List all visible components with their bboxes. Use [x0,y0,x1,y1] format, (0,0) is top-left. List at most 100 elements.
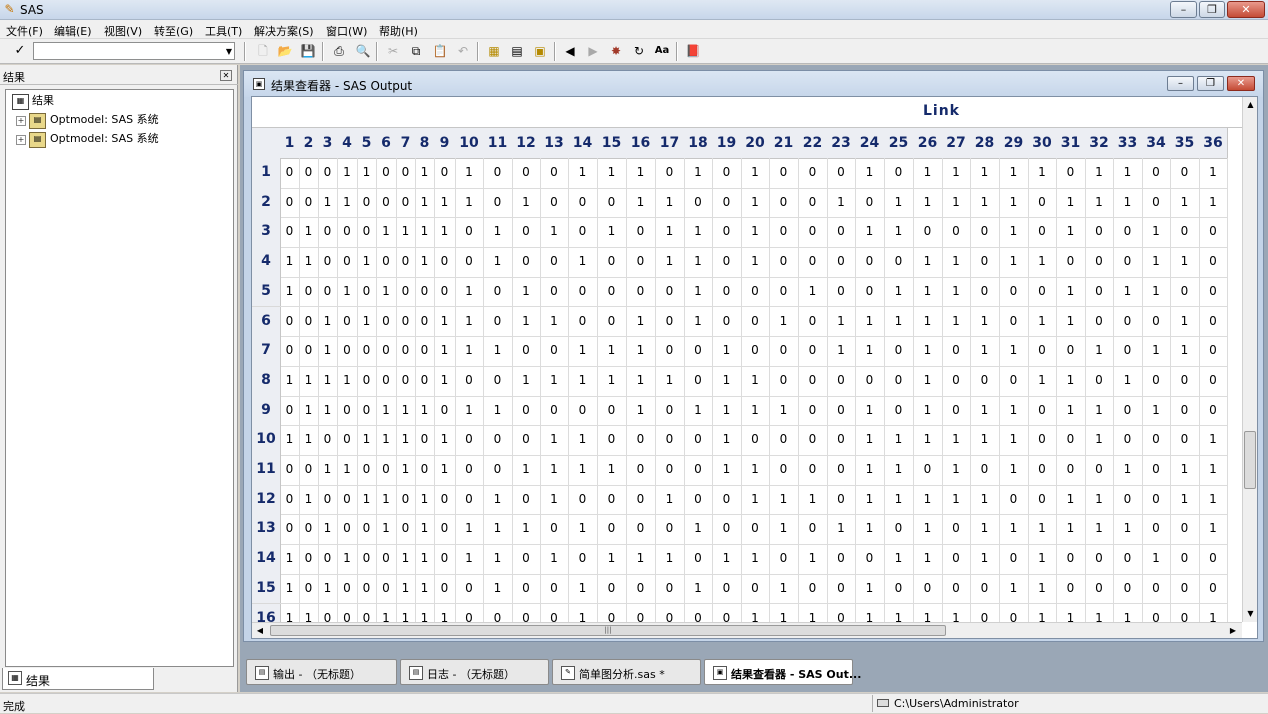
table-cell: 0 [455,484,484,516]
child-restore-button[interactable]: ❐ [1197,76,1224,91]
table-cell: 0 [568,217,598,249]
window-tab-editor[interactable]: ✎ 简单图分析.sas * [552,659,701,685]
window-tab-log[interactable]: ▤ 日志 - （无标题） [400,659,549,685]
table-cell: 1 [1056,306,1086,338]
menu-help[interactable]: 帮助(H) [379,23,418,39]
table-cell: 1 [942,603,971,622]
horizontal-scroll-thumb[interactable]: ||| [270,625,946,636]
table-cell: 0 [434,484,456,516]
table-cell: 1 [942,276,971,308]
font-icon[interactable]: Aa [653,42,671,60]
table-cell: 1 [337,455,358,486]
print-icon[interactable]: ⎙ [330,42,348,60]
menu-file[interactable]: 文件(F) [6,23,43,39]
menu-goto[interactable]: 转至(G) [154,23,193,39]
current-directory[interactable]: C:\Users\Administrator [894,697,1019,710]
scroll-down-arrow-icon[interactable]: ▼ [1243,606,1257,621]
scroll-left-arrow-icon[interactable]: ◀ [252,623,268,638]
expand-icon[interactable]: + [16,116,26,126]
window-tab-output[interactable]: ▤ 输出 - （无标题） [246,659,397,685]
copy-icon[interactable]: ⧉ [407,42,425,60]
child-close-button[interactable]: ✕ [1227,76,1255,91]
table-cell: 1 [913,158,943,189]
menu-edit[interactable]: 编辑(E) [54,23,92,39]
table-cell: 0 [1028,187,1057,219]
row-header: 9 [252,395,281,427]
table-cell: 1 [655,544,685,575]
table-cell: 0 [280,306,300,338]
new-icon[interactable]: 🗋 [254,42,272,60]
table-cell: 0 [827,573,856,605]
table-cell: 0 [396,187,416,219]
table-cell: 0 [483,187,513,219]
table-cell: 1 [455,544,484,575]
close-icon[interactable]: ✕ [220,70,232,81]
close-button[interactable]: ✕ [1227,1,1265,18]
results-tab[interactable]: ▦ 结果 [2,668,154,690]
back-arrow-icon[interactable]: ◀ [561,42,579,60]
help-book-icon[interactable]: 📕 [684,42,702,60]
table-cell: 1 [855,573,885,605]
table-cell: 0 [540,158,569,189]
window-tab-results-viewer[interactable]: ▣ 结果查看器 - SAS Out... [704,659,861,685]
scroll-up-arrow-icon[interactable]: ▲ [1243,97,1257,112]
table-cell: 1 [741,455,770,486]
menu-window[interactable]: 窗口(W) [326,23,367,39]
vertical-scroll-thumb[interactable] [1244,431,1256,489]
table-cell: 1 [396,573,416,605]
table-cell: 1 [1142,336,1171,367]
child-minimize-button[interactable]: – [1167,76,1194,91]
vertical-scrollbar[interactable]: ▲ ▼ [1242,97,1257,622]
table-cell: 0 [434,395,456,427]
forward-arrow-icon[interactable]: ▶ [584,42,602,60]
print-preview-icon[interactable]: 🔍 [354,42,372,60]
tree-item[interactable]: + ▤ Optmodel: SAS 系统 [10,111,230,129]
table-cell: 1 [855,336,885,367]
submit-command-check-icon[interactable]: ✓ [9,42,31,60]
results-panel-header: 结果 ✕ [0,67,238,85]
horizontal-scrollbar[interactable]: ◀ ||| ▶ [252,622,1242,638]
table-cell: 0 [827,217,856,249]
scroll-right-arrow-icon[interactable]: ▶ [1225,623,1241,638]
results-icon[interactable]: ▣ [531,42,549,60]
expand-icon[interactable]: + [16,135,26,145]
table-cell: 1 [299,395,319,427]
submit-runner-icon[interactable]: ✸ [607,42,625,60]
menu-view[interactable]: 视图(V) [104,23,142,39]
table-cell: 1 [769,484,799,516]
table-cell: 1 [318,514,338,546]
menu-tools[interactable]: 工具(T) [205,23,242,39]
table-cell: 1 [280,247,300,278]
minimize-button[interactable]: – [1170,1,1197,18]
command-box[interactable]: ▼ [33,42,235,60]
chevron-down-icon[interactable]: ▼ [226,47,232,56]
explorer-icon[interactable]: ▤ [508,42,526,60]
table-cell: 1 [415,395,435,427]
cut-icon[interactable]: ✂ [384,42,402,60]
table-cell: 1 [299,217,319,249]
save-icon[interactable]: 💾 [299,42,317,60]
table-cell: 0 [597,276,627,308]
table-cell: 1 [999,217,1029,249]
table-cell: 1 [913,187,943,219]
column-header: 2 [299,128,319,159]
paste-icon[interactable]: 📋 [431,42,449,60]
results-tab-icon: ▦ [8,671,22,685]
results-viewer-tab-icon: ▣ [713,666,727,680]
table-cell: 0 [540,187,569,219]
table-cell: 0 [318,276,338,308]
table-cell: 0 [1170,573,1200,605]
open-icon[interactable]: 📂 [276,42,294,60]
undo-icon[interactable]: ↶ [454,42,472,60]
library-icon[interactable]: ▦ [485,42,503,60]
tree-item[interactable]: + ▤ Optmodel: SAS 系统 [10,130,230,148]
table-cell: 1 [1085,484,1114,516]
restore-button[interactable]: ❐ [1199,1,1225,18]
menu-solutions[interactable]: 解决方案(S) [254,23,314,39]
table-cell: 0 [512,544,541,575]
table-cell: 1 [299,484,319,516]
table-cell: 1 [712,544,742,575]
refresh-icon[interactable]: ↻ [630,42,648,60]
table-cell: 0 [483,365,513,397]
table-cell: 0 [884,158,914,189]
